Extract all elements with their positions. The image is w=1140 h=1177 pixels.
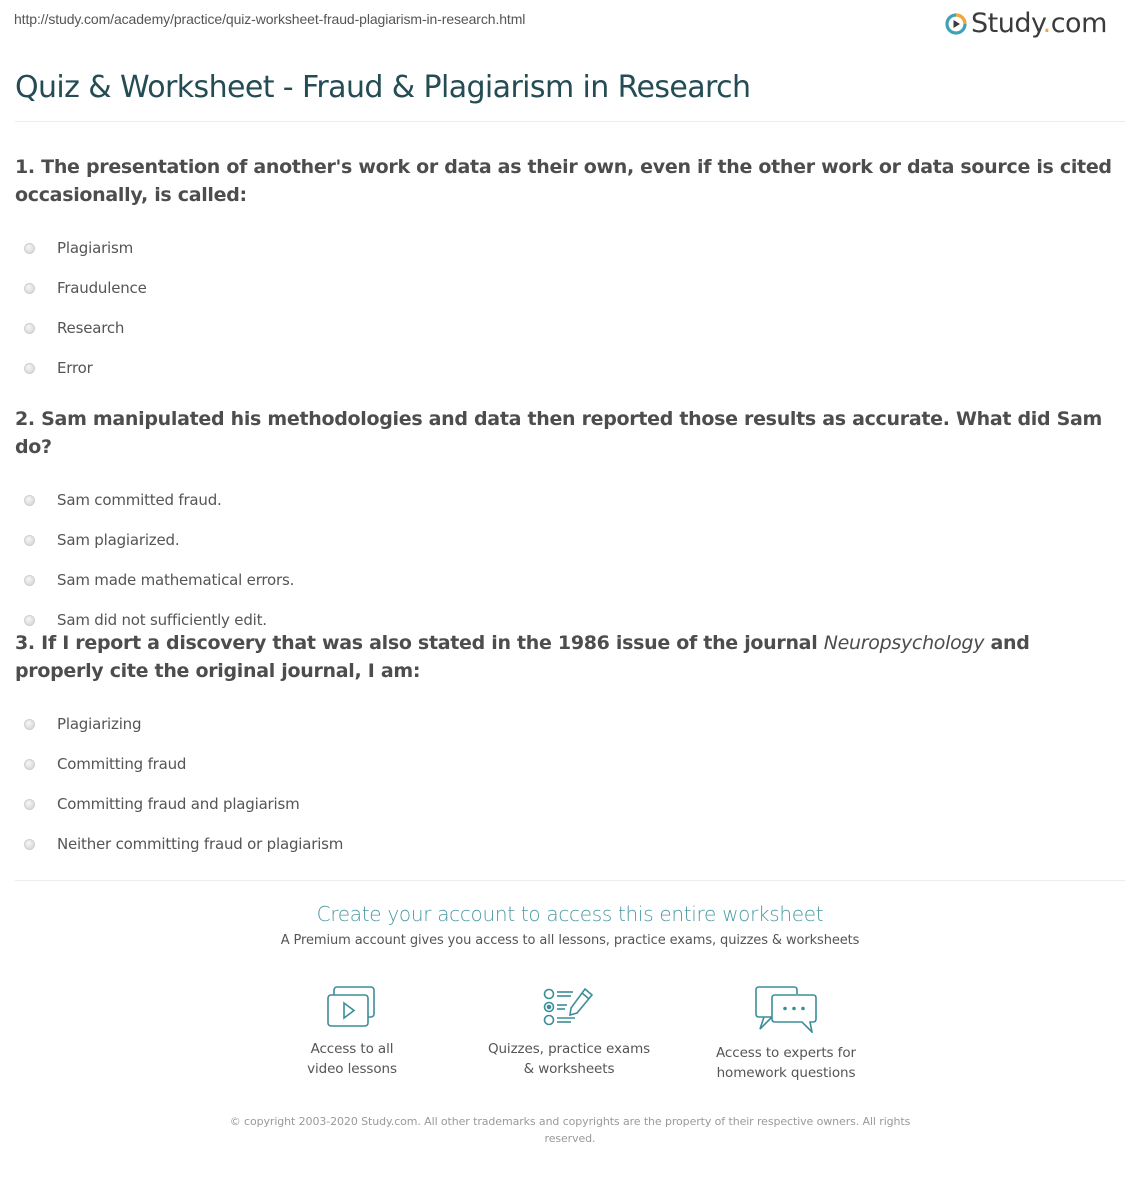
answer-option[interactable]: Sam committed fraud.: [15, 480, 1115, 520]
radio-button[interactable]: [24, 838, 35, 850]
answer-label: Plagiarism: [57, 239, 134, 257]
feature-label: Quizzes, practice exams & worksheets: [469, 1039, 669, 1079]
question-text: 2. Sam manipulated his methodologies and…: [15, 405, 1115, 461]
feature-label: Access to all video lessons: [252, 1039, 452, 1079]
quiz-checklist-icon: [543, 987, 594, 1026]
question-body: The presentation of another's work or da…: [15, 156, 1112, 206]
logo-name: Study: [971, 8, 1043, 39]
answer-option[interactable]: Neither committing fraud or plagiarism: [15, 824, 1115, 864]
answer-label: Committing fraud and plagiarism: [57, 795, 300, 813]
radio-button[interactable]: [24, 534, 35, 546]
feature-label: Access to experts for homework questions: [686, 1043, 886, 1083]
feature-label-line: homework questions: [716, 1065, 856, 1081]
answer-option[interactable]: Error: [15, 348, 1115, 388]
answer-list: Sam committed fraud. Sam plagiarized. Sa…: [15, 480, 1115, 640]
answer-label: Sam made mathematical errors.: [57, 571, 295, 589]
radio-button[interactable]: [24, 798, 35, 810]
answer-label: Sam committed fraud.: [57, 491, 222, 509]
answer-option[interactable]: Fraudulence: [15, 268, 1115, 308]
feature-experts: Access to experts for homework questions: [686, 985, 886, 1083]
cta-divider: [15, 880, 1125, 881]
page-url: http://study.com/academy/practice/quiz-w…: [14, 11, 526, 27]
answer-option[interactable]: Sam made mathematical errors.: [15, 560, 1115, 600]
study-logo[interactable]: Study.com: [945, 8, 1107, 40]
feature-label-line: Access to experts for: [716, 1045, 856, 1061]
logo-wordmark: Study.com: [971, 8, 1107, 40]
logo-dot: .: [1042, 8, 1052, 39]
feature-video-lessons: Access to all video lessons: [252, 985, 452, 1079]
video-lessons-icon: [327, 986, 375, 1027]
answer-option[interactable]: Research: [15, 308, 1115, 348]
page-title: Quiz & Worksheet - Fraud & Plagiarism in…: [15, 70, 751, 105]
feature-label-line: Access to all: [310, 1041, 394, 1057]
answer-label: Sam did not sufficiently edit.: [57, 611, 267, 629]
answer-label: Plagiarizing: [57, 715, 142, 733]
play-circle-logo-icon: [945, 13, 967, 35]
answer-label: Error: [57, 359, 93, 377]
answer-label: Committing fraud: [57, 755, 187, 773]
answer-label: Neither committing fraud or plagiarism: [57, 835, 344, 853]
radio-button[interactable]: [24, 494, 35, 506]
journal-title: Neuropsychology: [823, 632, 985, 654]
copyright-notice: © copyright 2003-2020 Study.com. All oth…: [229, 1115, 911, 1145]
feature-label-line: Quizzes, practice exams: [487, 1041, 651, 1057]
answer-option[interactable]: Plagiarizing: [15, 704, 1115, 744]
radio-button[interactable]: [24, 614, 35, 626]
answer-option[interactable]: Plagiarism: [15, 228, 1115, 268]
question-body: If I report a discovery that was also st…: [41, 632, 824, 654]
feature-quizzes: Quizzes, practice exams & worksheets: [469, 985, 669, 1079]
question-1: 1. The presentation of another's work or…: [15, 153, 1115, 388]
radio-button[interactable]: [24, 362, 35, 374]
answer-list: Plagiarizing Committing fraud Committing…: [15, 704, 1115, 864]
question-body: Sam manipulated his methodologies and da…: [15, 408, 1102, 458]
answer-option[interactable]: Committing fraud: [15, 744, 1115, 784]
question-2: 2. Sam manipulated his methodologies and…: [15, 405, 1115, 640]
question-number: 2.: [15, 408, 35, 430]
radio-button[interactable]: [24, 242, 35, 254]
cta-title[interactable]: Create your account to access this entir…: [0, 902, 1140, 926]
radio-button[interactable]: [24, 282, 35, 294]
radio-button[interactable]: [24, 574, 35, 586]
title-divider: [15, 121, 1125, 122]
radio-button[interactable]: [24, 758, 35, 770]
answer-label: Research: [57, 319, 125, 337]
radio-button[interactable]: [24, 718, 35, 730]
cta-subtitle: A Premium account gives you access to al…: [280, 933, 860, 948]
question-text: 1. The presentation of another's work or…: [15, 153, 1115, 209]
chat-bubbles-icon: [755, 986, 817, 1033]
answer-option[interactable]: Sam plagiarized.: [15, 520, 1115, 560]
answer-option[interactable]: Committing fraud and plagiarism: [15, 784, 1115, 824]
question-text: 3. If I report a discovery that was also…: [15, 629, 1115, 685]
question-number: 1.: [15, 156, 35, 178]
answer-list: Plagiarism Fraudulence Research Error: [15, 228, 1115, 388]
question-3: 3. If I report a discovery that was also…: [15, 629, 1115, 864]
answer-label: Sam plagiarized.: [57, 531, 180, 549]
answer-label: Fraudulence: [57, 279, 147, 297]
feature-label-line: & worksheets: [523, 1061, 615, 1077]
logo-tld: com: [1050, 8, 1108, 39]
radio-button[interactable]: [24, 322, 35, 334]
feature-label-line: video lessons: [307, 1061, 397, 1077]
question-number: 3.: [15, 632, 35, 654]
